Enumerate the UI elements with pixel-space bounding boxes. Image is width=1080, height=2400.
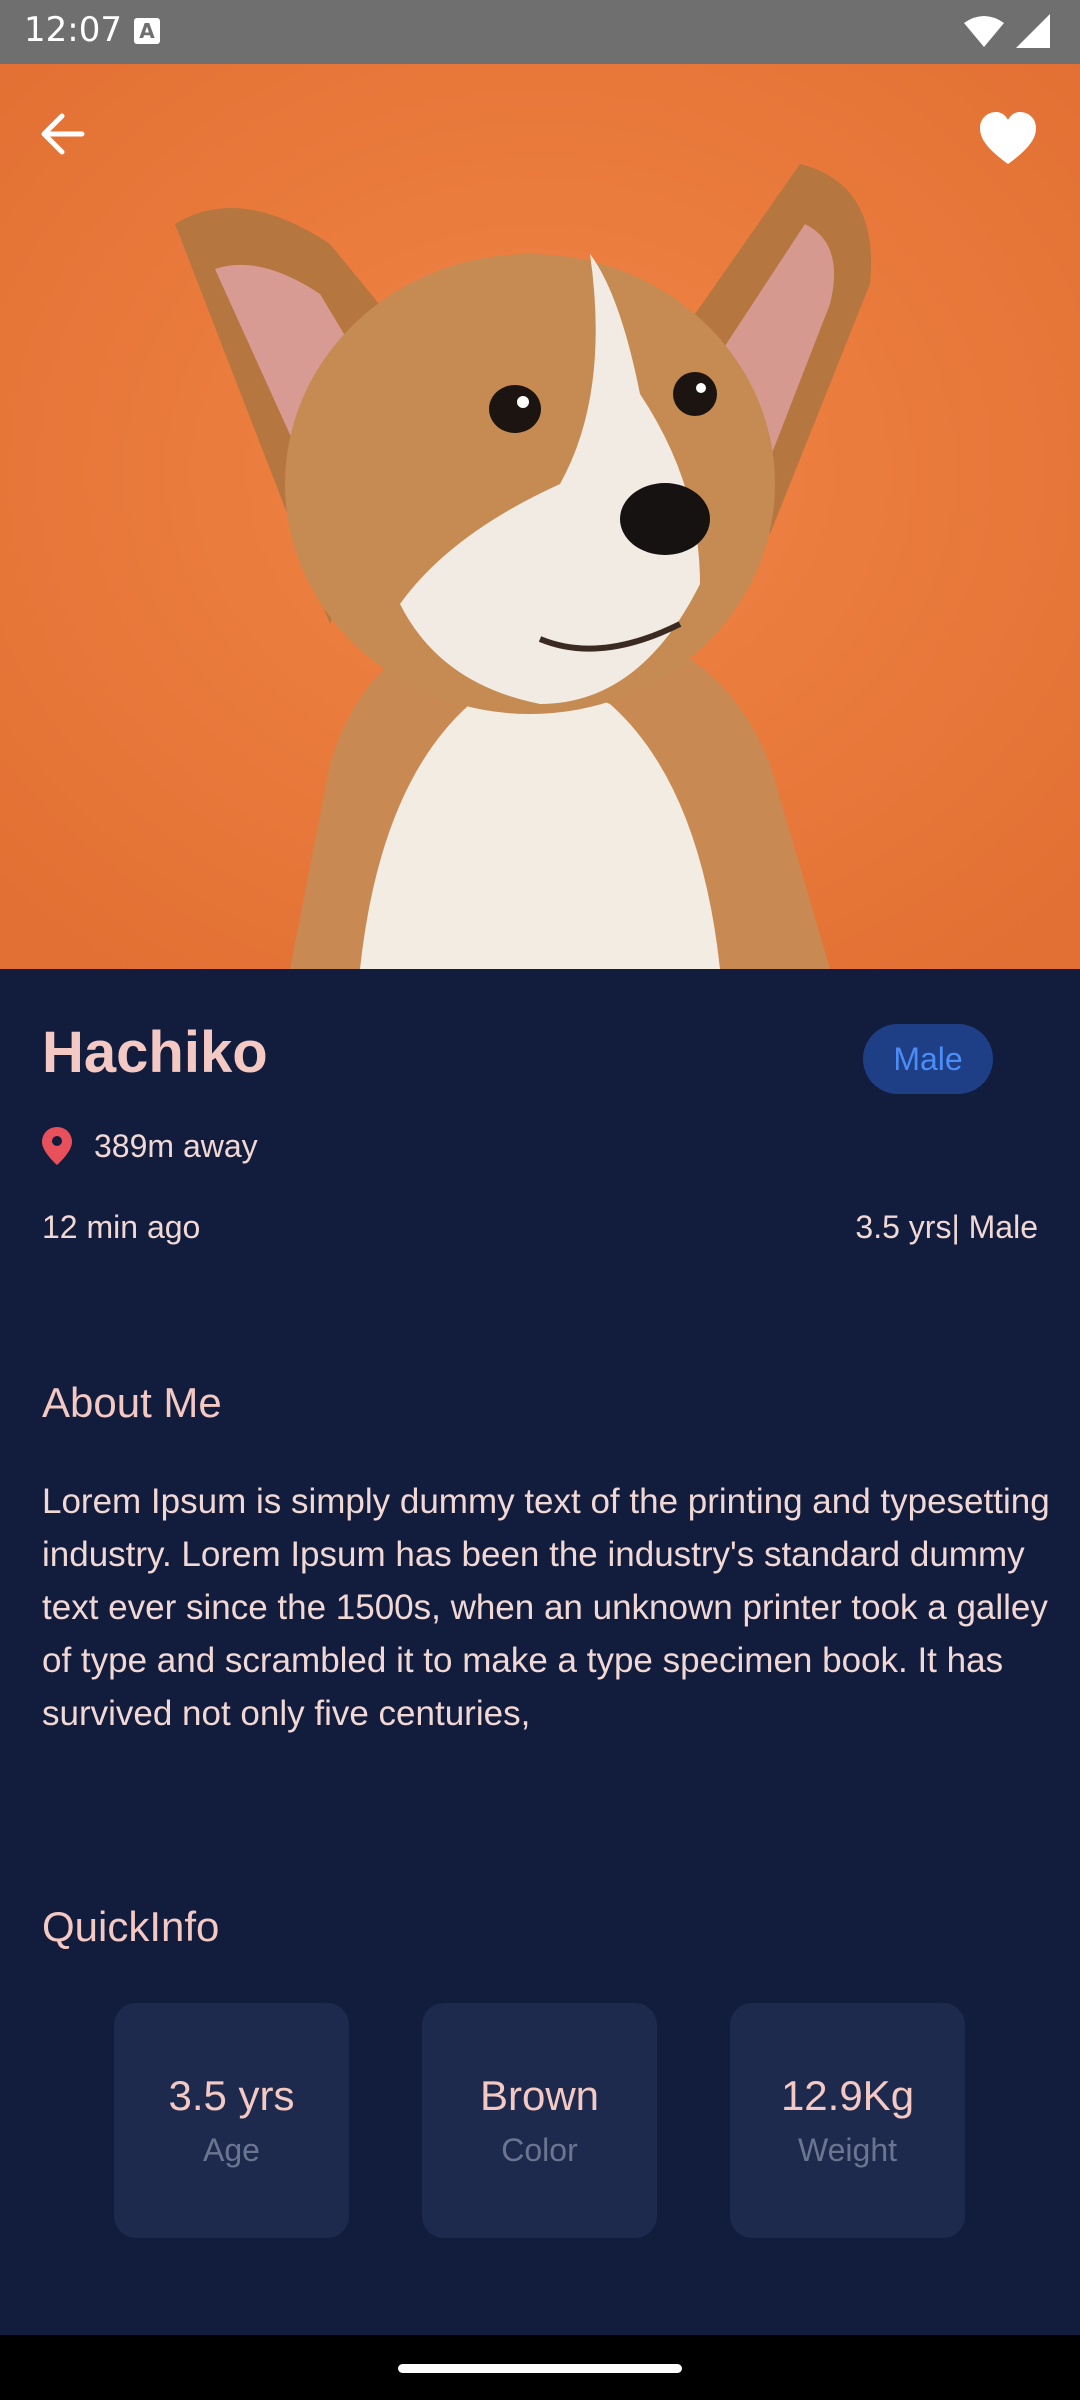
age-gender-text: 3.5 yrs| Male (855, 1209, 1038, 1245)
gender-badge[interactable]: Male (863, 1024, 993, 1094)
status-time: 12:07 (24, 10, 122, 50)
pet-details: Hachiko Male 389m away 12 min ago 3.5 yr… (0, 969, 1080, 2335)
about-text: Lorem Ipsum is simply dummy text of the … (42, 1482, 1050, 1733)
corgi-puppy-image (0, 64, 1080, 969)
location-pin-icon (42, 1127, 72, 1165)
card-label: Color (501, 2132, 578, 2168)
wifi-icon (964, 16, 1004, 47)
card-value: Brown (479, 2072, 600, 2119)
distance-text: 389m away (94, 1127, 258, 1164)
quickinfo-card-weight: 12.9Kg Weight (730, 2003, 965, 2238)
heart-icon[interactable] (976, 108, 1040, 172)
pet-photo (0, 64, 1080, 969)
card-value: 12.9Kg (780, 2072, 915, 2119)
quickinfo-title: QuickInfo (42, 1903, 220, 1950)
location-row: 389m away (42, 1127, 258, 1165)
status-icons (964, 14, 1050, 48)
quickinfo-cards: 3.5 yrs Age Brown Color 12.9Kg Weight (114, 2003, 965, 2238)
card-value: 3.5 yrs (168, 2072, 295, 2119)
signal-icon (1016, 14, 1050, 48)
status-bar: 12:07 A (0, 0, 1080, 64)
posted-time: 12 min ago (42, 1209, 201, 1245)
about-title: About Me (42, 1379, 222, 1426)
pet-name: Hachiko (42, 1020, 268, 1085)
card-label: Age (203, 2132, 260, 2168)
quickinfo-card-age: 3.5 yrs Age (114, 2003, 349, 2238)
card-label: Weight (797, 2132, 897, 2168)
home-indicator[interactable] (398, 2364, 682, 2373)
quickinfo-card-color: Brown Color (422, 2003, 657, 2238)
back-arrow-icon[interactable] (32, 104, 92, 164)
a-icon: A (134, 18, 160, 44)
